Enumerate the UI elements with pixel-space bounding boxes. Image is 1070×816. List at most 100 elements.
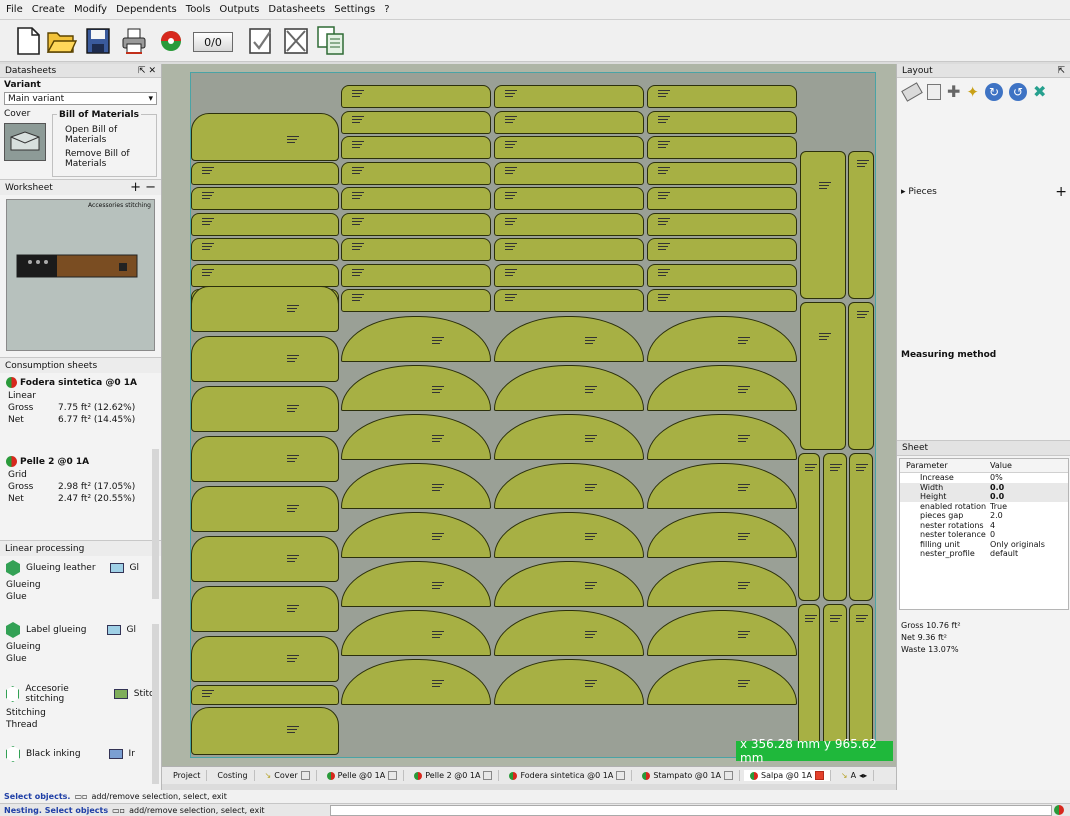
nested-piece[interactable] [849, 604, 873, 754]
nested-piece[interactable] [341, 561, 491, 607]
nested-piece[interactable] [191, 113, 339, 161]
nested-piece[interactable] [647, 238, 797, 261]
tab-stampato[interactable]: Stampato @0 1A [636, 770, 740, 781]
nested-piece[interactable] [647, 414, 797, 460]
menu-modify[interactable]: Modify [74, 4, 107, 15]
nested-piece[interactable] [341, 136, 491, 159]
nested-piece[interactable] [849, 453, 873, 601]
variant-select[interactable]: Main variant ▾ [4, 92, 157, 105]
panel-float-close-icons[interactable]: ⇱ ✕ [138, 66, 156, 76]
nested-piece[interactable] [341, 85, 491, 108]
menu-help[interactable]: ? [384, 4, 389, 15]
nested-piece[interactable] [341, 512, 491, 558]
nested-piece[interactable] [341, 110, 491, 134]
nested-piece[interactable] [800, 302, 846, 450]
nested-piece[interactable] [647, 463, 797, 509]
save-disk-icon[interactable] [82, 25, 114, 57]
nested-piece[interactable] [191, 336, 339, 382]
param-row[interactable]: nester rotations 4 [900, 521, 1068, 531]
move-cross-icon[interactable]: ✚ [947, 82, 960, 101]
eraser-icon[interactable] [901, 81, 923, 102]
linear-item[interactable]: Black inking Ir [6, 746, 154, 786]
nested-piece[interactable] [191, 685, 339, 705]
cover-thumbnail[interactable] [4, 123, 46, 161]
menu-file[interactable]: File [6, 4, 23, 15]
consumption-scrollbar[interactable] [152, 449, 159, 599]
nested-piece[interactable] [341, 187, 491, 210]
cross-sheet-icon[interactable] [280, 25, 312, 57]
close-tab-icon[interactable] [616, 771, 626, 780]
pieces-row[interactable]: ▸ Pieces + [901, 184, 1067, 200]
nested-piece[interactable] [191, 436, 339, 482]
nested-piece[interactable] [647, 610, 797, 656]
nested-piece[interactable] [823, 604, 847, 754]
print-icon[interactable] [118, 25, 150, 57]
tab-salpa[interactable]: Salpa @0 1A [744, 770, 831, 781]
nested-piece[interactable] [494, 659, 644, 705]
nested-piece[interactable] [341, 414, 491, 460]
open-bom-link[interactable]: Open Bill of Materials [57, 120, 152, 147]
nested-piece[interactable] [848, 151, 874, 299]
nested-piece[interactable] [191, 707, 339, 755]
tab-project[interactable]: Project [167, 770, 208, 781]
worksheet-add-remove-icons[interactable]: + − [130, 180, 156, 195]
nested-piece[interactable] [494, 136, 644, 159]
nested-piece[interactable] [494, 561, 644, 607]
nested-piece[interactable] [494, 110, 644, 134]
rotate-cw-icon[interactable]: ↻ [984, 82, 1003, 101]
nested-piece[interactable] [494, 85, 644, 108]
nested-piece[interactable] [341, 316, 491, 362]
param-row[interactable]: enabled rotation True [900, 502, 1068, 512]
nested-piece[interactable] [647, 316, 797, 362]
nested-piece[interactable] [494, 238, 644, 261]
nested-piece[interactable] [494, 365, 644, 411]
close-tab-icon[interactable] [388, 771, 398, 780]
menu-outputs[interactable]: Outputs [219, 4, 259, 15]
nested-piece[interactable] [341, 463, 491, 509]
nested-piece[interactable] [494, 512, 644, 558]
nested-piece[interactable] [647, 187, 797, 210]
nested-piece[interactable] [341, 212, 491, 236]
nested-piece[interactable] [800, 151, 846, 299]
consumption-section-header[interactable]: Consumption sheets [0, 357, 161, 373]
nested-piece[interactable] [191, 212, 339, 236]
nested-piece[interactable] [494, 316, 644, 362]
remove-bom-link[interactable]: Remove Bill of Materials [57, 147, 152, 169]
shuffle-icon[interactable]: ✖ [1033, 82, 1046, 101]
linear-item[interactable]: Label glueing Gl Glueing Glue [6, 622, 154, 684]
tab-pelle-2[interactable]: Pelle 2 @0 1A [408, 770, 500, 781]
nested-piece[interactable] [191, 238, 339, 261]
nested-piece[interactable] [341, 263, 491, 287]
nested-piece[interactable] [494, 414, 644, 460]
nested-piece[interactable] [494, 161, 644, 185]
menu-dependents[interactable]: Dependents [116, 4, 177, 15]
nested-piece[interactable] [647, 161, 797, 185]
param-row[interactable]: nester tolerance 0 [900, 530, 1068, 540]
nested-piece[interactable] [191, 486, 339, 532]
param-row[interactable]: nester_profile default [900, 549, 1068, 559]
nested-piece[interactable] [191, 386, 339, 432]
nested-piece[interactable] [823, 453, 847, 601]
nested-piece[interactable] [191, 636, 339, 682]
nested-piece[interactable] [647, 659, 797, 705]
nested-piece[interactable] [191, 586, 339, 632]
duplicate-icon[interactable] [927, 83, 941, 100]
tab-costing[interactable]: Costing [211, 770, 255, 781]
nested-piece[interactable] [494, 187, 644, 210]
nested-piece[interactable] [848, 302, 874, 450]
nested-piece[interactable] [647, 136, 797, 159]
nested-piece[interactable] [191, 536, 339, 582]
worksheet-section-header[interactable]: Worksheet + − [0, 179, 161, 195]
nested-piece[interactable] [494, 610, 644, 656]
param-row[interactable]: pieces gap 2.0 [900, 511, 1068, 521]
nested-piece[interactable] [647, 212, 797, 236]
check-sheet-icon[interactable] [245, 25, 277, 57]
tab-fodera-sintetica[interactable]: Fodera sintetica @0 1A [503, 770, 633, 781]
param-row[interactable]: filling unit Only originals [900, 540, 1068, 550]
nested-piece[interactable] [647, 561, 797, 607]
consumption-item-pelle2[interactable]: Pelle 2 @0 1A Grid Gross 2.98 ft² (17.05%… [6, 456, 155, 505]
close-tab-icon[interactable] [300, 771, 310, 780]
leather-sheet[interactable] [190, 72, 876, 758]
nested-piece[interactable] [647, 85, 797, 108]
tab-cover[interactable]: ↘ Cover [259, 770, 317, 781]
